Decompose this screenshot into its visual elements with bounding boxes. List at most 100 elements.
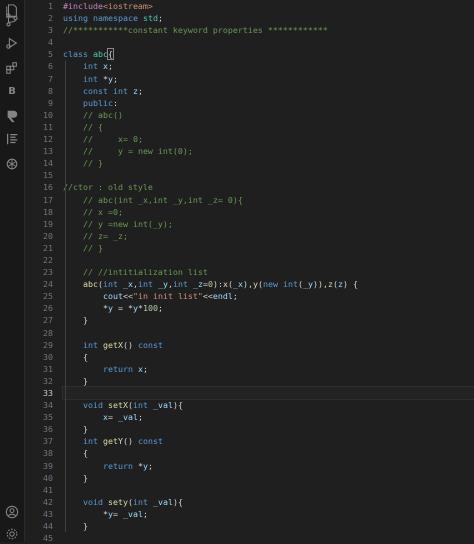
- line-number: 13: [43, 146, 53, 157]
- code-line[interactable]: }: [63, 520, 474, 532]
- line-number: 17: [43, 194, 53, 205]
- line-number: 32: [43, 375, 53, 386]
- line-number: 27: [43, 315, 53, 326]
- code-line[interactable]: [63, 327, 474, 339]
- extensions-icon[interactable]: [3, 59, 21, 77]
- code-line[interactable]: #include<iostream>: [63, 0, 474, 12]
- b-extension-label: B: [8, 85, 16, 97]
- code-line[interactable]: //ctor : old style: [63, 181, 474, 193]
- settings-gear-icon[interactable]: [3, 525, 21, 543]
- code-line[interactable]: return x;: [63, 363, 474, 375]
- line-number: 1: [48, 1, 53, 11]
- code-line[interactable]: int getY() const: [63, 435, 474, 447]
- line-number: 9: [48, 97, 53, 108]
- code-line[interactable]: [63, 532, 474, 544]
- line-number: 34: [43, 400, 53, 411]
- code-line[interactable]: void sety(int _val){: [63, 496, 474, 508]
- activity-bar: B: [0, 0, 25, 542]
- line-number: 31: [43, 363, 53, 374]
- code-line[interactable]: void setX(int _val){: [63, 399, 474, 411]
- code-line[interactable]: }: [63, 472, 474, 484]
- line-number: 2: [48, 13, 53, 24]
- line-number: 11: [43, 121, 53, 132]
- code-line[interactable]: // x= 0;: [63, 133, 474, 145]
- line-number: 18: [43, 206, 53, 217]
- line-number: 24: [43, 279, 53, 290]
- code-line[interactable]: // }: [63, 242, 474, 254]
- line-number: 44: [43, 521, 53, 532]
- openai-icon[interactable]: [3, 155, 21, 173]
- code-line[interactable]: public:: [63, 97, 474, 109]
- code-line[interactable]: // y = new int(0);: [63, 145, 474, 157]
- line-number: 37: [43, 436, 53, 447]
- code-line[interactable]: [63, 484, 474, 496]
- code-line[interactable]: {: [63, 351, 474, 363]
- line-number: 6: [48, 61, 53, 72]
- line-number: 38: [43, 448, 53, 459]
- line-number: 26: [43, 303, 53, 314]
- line-number: 10: [43, 109, 53, 120]
- line-number: 19: [43, 218, 53, 229]
- code-line[interactable]: }: [63, 314, 474, 326]
- line-number: 21: [43, 242, 53, 253]
- line-number: 12: [43, 134, 53, 145]
- code-line[interactable]: // }: [63, 157, 474, 169]
- code-line[interactable]: const int z;: [63, 85, 474, 97]
- code-line[interactable]: // //intitialization list: [63, 266, 474, 278]
- code-line[interactable]: using namespace std;: [63, 12, 474, 24]
- code-line[interactable]: [63, 169, 474, 181]
- code-line[interactable]: // {: [63, 121, 474, 133]
- line-number: 33: [43, 388, 53, 398]
- line-number: 29: [43, 339, 53, 350]
- code-line[interactable]: int *y;: [63, 73, 474, 85]
- account-icon[interactable]: [3, 503, 21, 521]
- line-number: 14: [43, 158, 53, 169]
- code-line[interactable]: //***********constant keyword properties…: [63, 24, 474, 36]
- b-extension-icon[interactable]: B: [3, 82, 21, 100]
- run-debug-icon[interactable]: [3, 34, 21, 52]
- indent-guide: [65, 60, 66, 533]
- testing-icon[interactable]: [3, 130, 21, 148]
- code-line[interactable]: {: [63, 447, 474, 459]
- code-line[interactable]: }: [63, 375, 474, 387]
- code-line[interactable]: // z= _z;: [63, 230, 474, 242]
- line-number: 25: [43, 291, 53, 302]
- code-line[interactable]: [63, 36, 474, 48]
- code-line[interactable]: // abc(int _x,int _y,int _z= 0){: [63, 194, 474, 206]
- code-line[interactable]: *y = *y*100;: [63, 302, 474, 314]
- code-line[interactable]: class abc{: [63, 48, 474, 61]
- code-line[interactable]: // y =new int(_y);: [63, 218, 474, 230]
- line-number: 39: [43, 460, 53, 471]
- line-number: 30: [43, 351, 53, 362]
- line-number: 43: [43, 508, 53, 519]
- remote-explorer-icon[interactable]: [3, 107, 21, 125]
- code-line[interactable]: cout<<"in init list"<<endl;: [63, 290, 474, 302]
- line-number: 5: [48, 49, 53, 60]
- code-line[interactable]: }: [63, 423, 474, 435]
- code-line[interactable]: // abc(): [63, 109, 474, 121]
- line-number: 28: [43, 327, 53, 338]
- line-number: 23: [43, 267, 53, 278]
- line-number: 15: [43, 170, 53, 181]
- line-number: 36: [43, 424, 53, 435]
- code-line[interactable]: return *y;: [63, 460, 474, 472]
- code-line[interactable]: *y= _val;: [63, 508, 474, 520]
- code-line[interactable]: [62, 385, 474, 401]
- line-number: 22: [43, 254, 53, 265]
- code-line[interactable]: int getX() const: [63, 339, 474, 351]
- line-number-gutter: 1 2 3 4 5 6 7 8 9 10 11 12 13 14 15 16 17 18 19 20 21 22 23 24 2…: [25, 0, 59, 544]
- line-number: 8: [48, 85, 53, 96]
- code-line[interactable]: abc(int _x,int _y,int _z=0):x(_x),y(new …: [63, 278, 474, 290]
- line-number: 7: [48, 73, 53, 84]
- line-number: 45: [43, 533, 53, 544]
- code-line[interactable]: int x;: [63, 60, 474, 72]
- source-control-icon[interactable]: [3, 11, 21, 29]
- line-number: 41: [43, 484, 53, 495]
- code-line[interactable]: [63, 254, 474, 266]
- code-line[interactable]: // x =0;: [63, 206, 474, 218]
- line-number: 4: [48, 37, 53, 48]
- code-area[interactable]: #include<iostream> using namespace std;//…: [62, 0, 474, 544]
- code-line[interactable]: x= _val;: [63, 411, 474, 423]
- line-number: 40: [43, 472, 53, 483]
- code-editor[interactable]: 1 2 3 4 5 6 7 8 9 10 11 12 13 14 15 16 17 18 19 20 21 22 23 24 2…: [25, 0, 474, 544]
